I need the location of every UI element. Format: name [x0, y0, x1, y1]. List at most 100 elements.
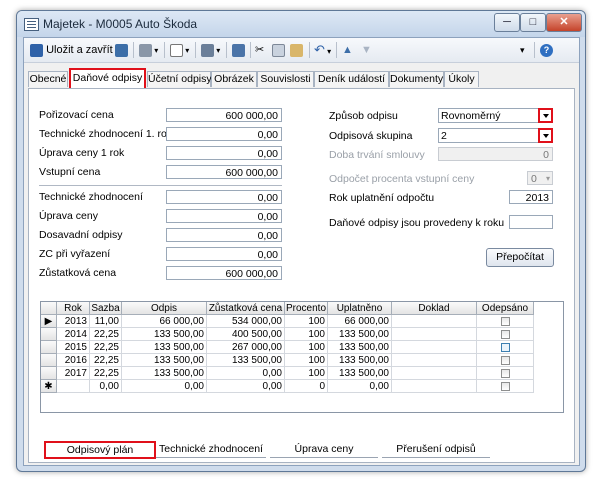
cell-rok[interactable]: 2013 [57, 315, 90, 328]
cell-uplatneno[interactable]: 133 500,00 [328, 328, 392, 341]
cell-rok[interactable]: 2017 [57, 367, 90, 380]
cell-odpis[interactable]: 133 500,00 [122, 328, 207, 341]
tab-uprava-ceny[interactable]: Úprava ceny [270, 441, 378, 458]
down-button[interactable]: ▼ [361, 42, 372, 58]
new-record-button[interactable] [232, 42, 245, 58]
chevron-down-icon[interactable] [538, 128, 553, 143]
toolbar-options-button[interactable]: ▾ [520, 42, 525, 58]
cell-rok[interactable]: 2016 [57, 354, 90, 367]
cell-doklad[interactable] [392, 380, 477, 393]
cell-sazba[interactable]: 22,25 [90, 367, 122, 380]
cell-zustatkova[interactable]: 400 500,00 [207, 328, 285, 341]
col-header-procento[interactable]: Procento [285, 302, 328, 315]
odpisova-skupina-select[interactable]: 2 [438, 128, 553, 143]
tech-zhodnoceni-1rok-field[interactable]: 0,00 [166, 127, 282, 141]
cell-doklad[interactable] [392, 315, 477, 328]
chevron-down-icon[interactable] [538, 108, 553, 123]
cell-zustatkova[interactable]: 133 500,00 [207, 354, 285, 367]
prepocitat-button[interactable]: Přepočítat [486, 248, 554, 267]
cell-uplatneno[interactable]: 133 500,00 [328, 354, 392, 367]
rok-uplatneni-field[interactable]: 2013 [509, 190, 553, 204]
tab-souvislosti[interactable]: Souvislosti [257, 71, 314, 87]
zc-pri-vyrazeni-field[interactable]: 0,00 [166, 247, 282, 261]
cell-zustatkova[interactable]: 0,00 [207, 367, 285, 380]
cut-button[interactable]: ✂ [255, 42, 264, 58]
col-header-zustatkova-cena[interactable]: Zůstatková cena [207, 302, 285, 315]
cell-sazba[interactable]: 22,25 [90, 328, 122, 341]
zpusob-odpisu-select[interactable]: Rovnoměrný [438, 108, 553, 123]
odepsano-checkbox[interactable] [501, 356, 510, 365]
tab-ukoly[interactable]: Úkoly [444, 71, 479, 87]
cell-procento[interactable]: 100 [285, 315, 328, 328]
tab-dokumenty[interactable]: Dokumenty [389, 71, 444, 87]
tab-obecne[interactable]: Obecné [28, 71, 68, 87]
save-close-button[interactable]: Uložit a zavřít [30, 42, 113, 58]
cell-doklad[interactable] [392, 328, 477, 341]
minimize-button[interactable]: ─ [494, 13, 520, 32]
cell-zustatkova[interactable]: 267 000,00 [207, 341, 285, 354]
print-button[interactable]: ▾ [139, 42, 158, 58]
cell-doklad[interactable] [392, 367, 477, 380]
cell-odpis[interactable]: 66 000,00 [122, 315, 207, 328]
col-header-rok[interactable]: Rok [57, 302, 90, 315]
col-header-doklad[interactable]: Doklad [392, 302, 477, 315]
dosavadni-odpisy-field[interactable]: 0,00 [166, 228, 282, 242]
cell-uplatneno[interactable]: 133 500,00 [328, 367, 392, 380]
tab-obrazek[interactable]: Obrázek [211, 71, 257, 87]
cell-odpis[interactable]: 133 500,00 [122, 354, 207, 367]
cell-odpis[interactable]: 133 500,00 [122, 341, 207, 354]
cell-doklad[interactable] [392, 354, 477, 367]
cell-odpis[interactable]: 133 500,00 [122, 367, 207, 380]
cell-uplatneno[interactable]: 133 500,00 [328, 341, 392, 354]
cell-zustatkova[interactable]: 534 000,00 [207, 315, 285, 328]
preview-button[interactable]: ▾ [170, 42, 189, 58]
disk-button[interactable] [115, 42, 128, 58]
copy-button[interactable] [272, 42, 285, 58]
col-header-odepsano[interactable]: Odepsáno [477, 302, 534, 315]
paste-button[interactable] [290, 42, 303, 58]
cell-rok[interactable]: 2014 [57, 328, 90, 341]
tech-zhodnoceni-field[interactable]: 0,00 [166, 190, 282, 204]
zustatkova-cena-field[interactable]: 600 000,00 [166, 266, 282, 280]
help-button[interactable]: ? [540, 42, 553, 58]
uprava-ceny-1rok-field[interactable]: 0,00 [166, 146, 282, 160]
cell-procento[interactable]: 100 [285, 367, 328, 380]
up-button[interactable]: ▲ [342, 42, 353, 58]
tab-preruseni-odpisu[interactable]: Přerušení odpisů [382, 441, 490, 458]
cell-sazba[interactable]: 22,25 [90, 354, 122, 367]
close-button[interactable]: ✕ [546, 13, 582, 32]
odepsano-checkbox[interactable] [501, 343, 510, 352]
cell-uplatneno[interactable]: 0,00 [328, 380, 392, 393]
cell-sazba[interactable]: 11,00 [90, 315, 122, 328]
vstupni-cena-field[interactable]: 600 000,00 [166, 165, 282, 179]
danove-odpisy-provedeny-field[interactable] [509, 215, 553, 229]
tab-denik-udalosti[interactable]: Deník událostí [314, 71, 389, 87]
cell-rok[interactable]: 2015 [57, 341, 90, 354]
cell-odpis[interactable]: 0,00 [122, 380, 207, 393]
cell-procento[interactable]: 100 [285, 328, 328, 341]
cell-uplatneno[interactable]: 66 000,00 [328, 315, 392, 328]
cell-sazba[interactable]: 0,00 [90, 380, 122, 393]
col-header-uplatneno[interactable]: Uplatněno [328, 302, 392, 315]
maximize-button[interactable]: □ [520, 13, 546, 32]
odepsano-checkbox[interactable] [501, 317, 510, 326]
tab-ucetni-odpisy[interactable]: Účetní odpisy [147, 71, 212, 87]
cell-procento[interactable]: 100 [285, 341, 328, 354]
cell-rok[interactable] [57, 380, 90, 393]
odepsano-checkbox[interactable] [501, 369, 510, 378]
col-header-sazba[interactable]: Sazba [90, 302, 122, 315]
cell-zustatkova[interactable]: 0,00 [207, 380, 285, 393]
tab-odpisovy-plan[interactable]: Odpisový plán [44, 441, 156, 459]
uprava-ceny-field[interactable]: 0,00 [166, 209, 282, 223]
cell-doklad[interactable] [392, 341, 477, 354]
porizovaci-cena-field[interactable]: 600 000,00 [166, 108, 282, 122]
cell-procento[interactable]: 0 [285, 380, 328, 393]
col-header-odpis[interactable]: Odpis [122, 302, 207, 315]
odepsano-checkbox[interactable] [501, 330, 510, 339]
cell-procento[interactable]: 100 [285, 354, 328, 367]
copy-record-button[interactable]: ▾ [201, 42, 220, 58]
cell-sazba[interactable]: 22,25 [90, 341, 122, 354]
odepsano-checkbox[interactable] [501, 382, 510, 391]
tab-technicke-zhodnoceni[interactable]: Technické zhodnocení [156, 441, 266, 458]
undo-button[interactable]: ↶ ▾ [314, 42, 331, 58]
